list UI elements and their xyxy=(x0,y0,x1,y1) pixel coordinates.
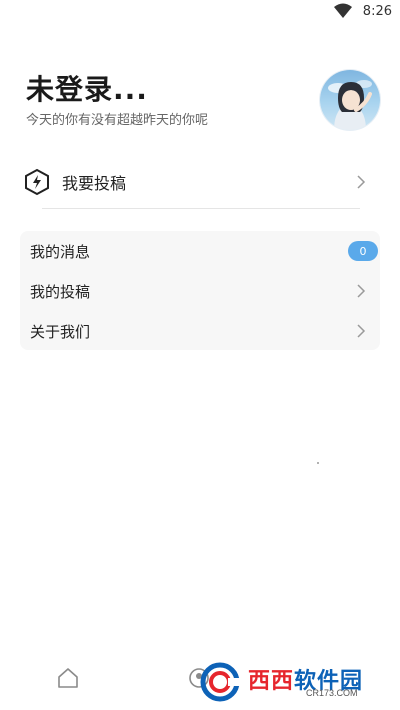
menu-item-my-submissions[interactable]: 我的投稿 xyxy=(20,271,380,311)
stray-dot xyxy=(317,462,319,464)
bolt-hexagon-icon xyxy=(25,168,49,196)
submit-article-row[interactable]: 我要投稿 xyxy=(20,162,380,202)
menu-item-label: 我的投稿 xyxy=(30,282,91,301)
page-title[interactable]: 未登录... xyxy=(26,68,148,108)
watermark: 西西 软件园 CR173.COM xyxy=(198,660,382,704)
divider xyxy=(42,208,360,209)
wifi-icon xyxy=(333,3,352,18)
status-bar: 8:26 xyxy=(0,0,400,26)
menu-item-about-us[interactable]: 关于我们 xyxy=(20,311,380,351)
menu-item-label: 我的消息 xyxy=(30,242,91,261)
chevron-right-icon xyxy=(357,284,366,298)
watermark-brand: 西西 xyxy=(248,669,295,694)
status-icons: 8:26 xyxy=(333,3,392,19)
chevron-right-icon xyxy=(357,324,366,338)
message-count-badge: 0 xyxy=(348,241,378,261)
page-subtitle: 今天的你有没有超越昨天的你呢 xyxy=(26,113,209,128)
chevron-right-icon xyxy=(357,175,366,189)
submit-article-label: 我要投稿 xyxy=(62,174,127,193)
watermark-logo-icon xyxy=(200,662,246,702)
status-time: 8:26 xyxy=(362,3,392,19)
menu-card: 我的消息 0 我的投稿 关于我们 xyxy=(20,231,380,350)
menu-item-messages[interactable]: 我的消息 0 xyxy=(20,231,380,271)
home-icon[interactable] xyxy=(56,666,80,690)
watermark-domain: CR173.COM xyxy=(306,688,358,698)
avatar-illustration xyxy=(328,80,372,130)
menu-item-label: 关于我们 xyxy=(30,322,91,341)
avatar[interactable] xyxy=(320,70,380,130)
